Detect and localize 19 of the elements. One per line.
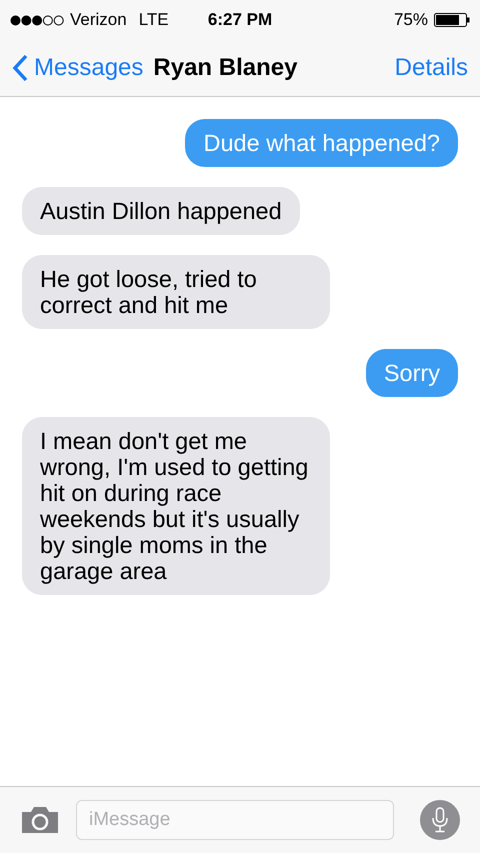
signal-icon: [10, 14, 64, 26]
conversation-title: Ryan Blaney: [153, 54, 298, 82]
carrier-name: Verizon: [70, 10, 127, 30]
details-button[interactable]: Details: [394, 54, 468, 82]
received-message: Austin Dillon happened: [22, 187, 300, 235]
network-type: LTE: [138, 10, 169, 30]
battery-percent: 75%: [394, 10, 428, 30]
received-message: I mean don't get me wrong, I'm used to getting hit on during race weekends but it's usually by single moms in the garage area: [22, 417, 330, 595]
sent-message: Dude what happened?: [185, 119, 458, 167]
message-input[interactable]: iMessage: [76, 800, 394, 840]
sent-message: Sorry: [366, 349, 458, 397]
back-button[interactable]: Messages: [12, 54, 144, 82]
clock-time: 6:27 PM: [208, 10, 272, 29]
microphone-button[interactable]: [420, 800, 460, 840]
received-message: He got loose, tried to correct and hit me: [22, 255, 330, 329]
microphone-icon: [432, 807, 448, 833]
camera-icon[interactable]: [20, 806, 60, 834]
battery-icon: [434, 13, 470, 27]
chevron-left-icon: [12, 54, 28, 82]
